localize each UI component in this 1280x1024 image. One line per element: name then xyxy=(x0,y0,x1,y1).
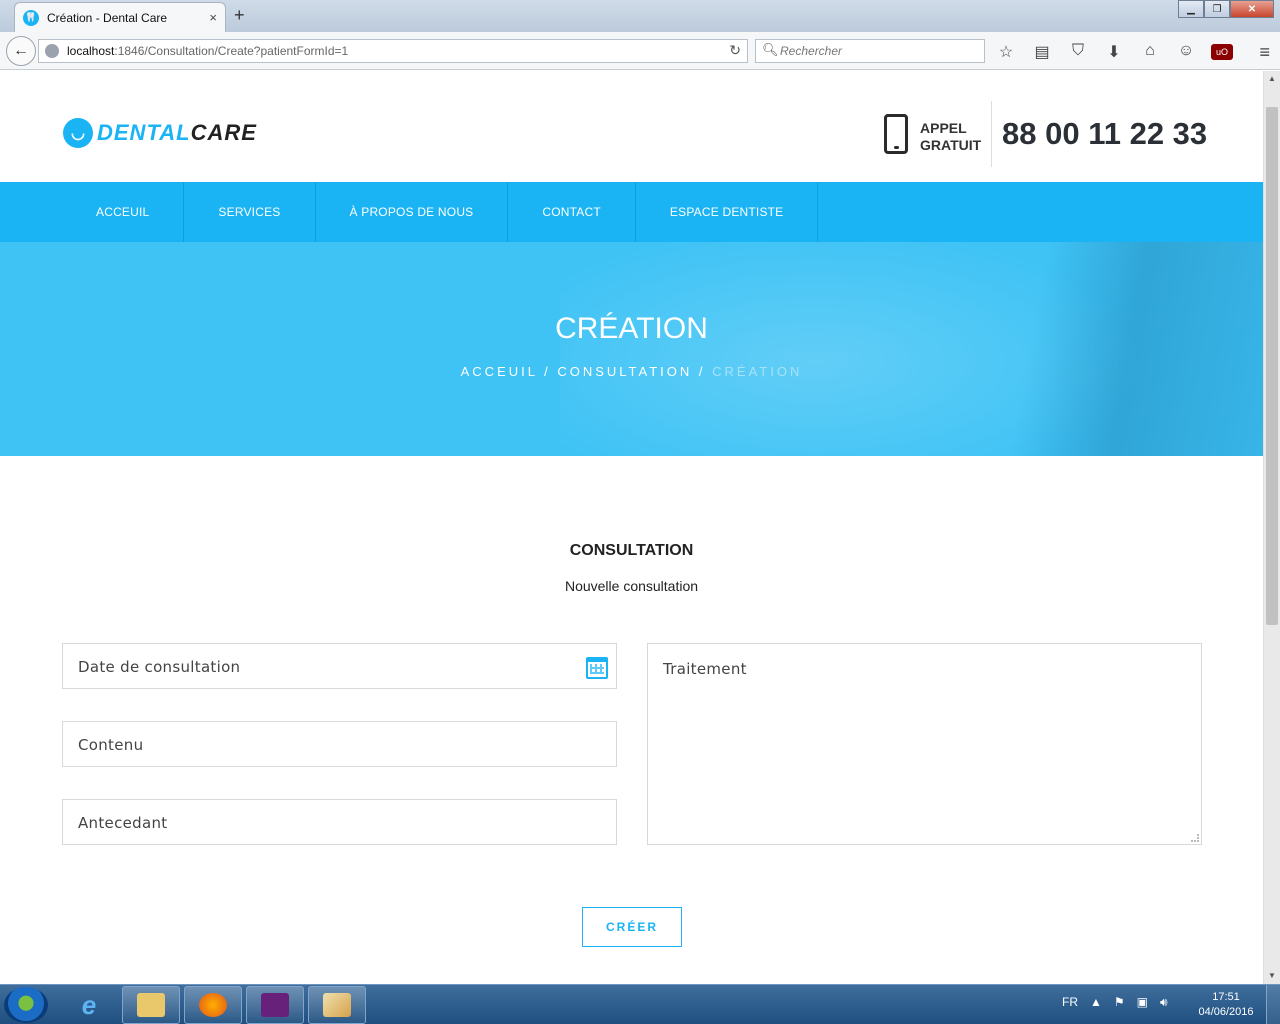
date-placeholder: Date de consultation xyxy=(78,658,241,676)
page-content: ◡ DENTAL CARE APPEL GRATUIT 88 00 11 22 3… xyxy=(0,84,1263,984)
firefox-icon[interactable] xyxy=(184,986,242,1024)
window-close-button[interactable]: ✕ xyxy=(1230,0,1274,18)
visual-studio-icon[interactable] xyxy=(246,986,304,1024)
reload-icon[interactable]: ↻ xyxy=(729,42,741,59)
clock-time: 17:51 xyxy=(1212,991,1240,1003)
header-divider xyxy=(991,101,992,167)
hamburger-menu-icon[interactable]: ≡ xyxy=(1259,42,1270,63)
breadcrumb-current: CRÉATION xyxy=(712,364,803,379)
new-tab-icon[interactable]: + xyxy=(234,5,245,26)
nav-item-about[interactable]: À PROPOS DE NOUS xyxy=(316,182,509,242)
breadcrumb: ACCEUIL / CONSULTATION / CRÉATION xyxy=(0,364,1263,379)
scroll-thumb[interactable] xyxy=(1266,107,1278,625)
scroll-up-icon[interactable]: ▲ xyxy=(1264,71,1280,87)
reading-list-icon[interactable]: ▤ xyxy=(1031,42,1053,62)
hero-background-shade xyxy=(980,242,1263,456)
browser-toolbar: ← localhost:1846/Consultation/Create?pat… xyxy=(0,32,1280,70)
url-path: :1846/Consultation/Create?patientFormId=… xyxy=(114,44,349,58)
date-consultation-field[interactable]: Date de consultation xyxy=(62,643,617,689)
logo-text-care: CARE xyxy=(190,120,257,145)
volume-icon[interactable]: 🔊︎ xyxy=(1160,995,1168,1010)
site-logo[interactable]: ◡ DENTAL CARE xyxy=(63,118,257,148)
file-explorer-icon[interactable] xyxy=(122,986,180,1024)
appel-line1: APPEL xyxy=(920,120,967,136)
nav-item-espace-dentiste[interactable]: ESPACE DENTISTE xyxy=(636,182,819,242)
section-title: CONSULTATION xyxy=(569,542,694,559)
paint-icon[interactable] xyxy=(308,986,366,1024)
nav-item-acceuil[interactable]: ACCEUIL xyxy=(62,182,185,242)
start-button[interactable] xyxy=(4,987,48,1023)
taskbar-clock[interactable]: 17:51 04/06/2016 xyxy=(1194,990,1258,1020)
phone-number: 88 00 11 22 33 xyxy=(1002,116,1208,151)
system-tray: FR ▲ ⚑ ▣ 🔊︎ xyxy=(1062,995,1168,1010)
site-header: ◡ DENTAL CARE APPEL GRATUIT 88 00 11 22 3… xyxy=(0,84,1263,182)
page-title: CRÉATION xyxy=(555,312,708,345)
traitement-textarea[interactable]: Traitement xyxy=(647,643,1202,845)
search-placeholder: Rechercher xyxy=(780,44,843,58)
search-input[interactable]: 🔍︎ Rechercher xyxy=(755,39,985,63)
language-indicator[interactable]: FR xyxy=(1062,995,1078,1010)
tooth-favicon-icon: 🦷 xyxy=(23,9,39,26)
download-icon[interactable]: ⬇ xyxy=(1103,42,1125,62)
internet-explorer-icon[interactable]: e xyxy=(60,986,118,1024)
clock-date: 04/06/2016 xyxy=(1198,1006,1254,1018)
free-call-label: APPEL GRATUIT xyxy=(920,120,981,154)
nav-item-contact[interactable]: CONTACT xyxy=(508,182,636,242)
url-bar[interactable]: localhost:1846/Consultation/Create?patie… xyxy=(38,39,748,63)
contenu-field[interactable]: Contenu xyxy=(62,721,617,767)
tab-close-icon[interactable]: × xyxy=(209,10,217,25)
tray-expand-icon[interactable]: ▲ xyxy=(1090,995,1102,1010)
resize-handle-icon[interactable] xyxy=(1191,834,1199,842)
network-icon[interactable]: ▣ xyxy=(1137,995,1148,1010)
browser-tab-bar: 🦷 Création - Dental Care × + ▁ ❐ ✕ xyxy=(0,0,1280,32)
calendar-icon[interactable] xyxy=(586,657,608,679)
minimize-button[interactable]: ▁ xyxy=(1178,0,1204,18)
search-icon: 🔍︎ xyxy=(762,42,779,57)
tab-title: Création - Dental Care xyxy=(47,10,168,25)
appel-line2: GRATUIT xyxy=(920,137,982,153)
logo-text-dental: DENTAL xyxy=(97,120,191,145)
contenu-placeholder: Contenu xyxy=(78,736,144,754)
breadcrumb-section[interactable]: CONSULTATION xyxy=(557,364,692,379)
windows-taskbar: e FR ▲ ⚑ ▣ 🔊︎ 17:51 04/06/2016 xyxy=(0,984,1280,1024)
home-icon[interactable]: ⌂ xyxy=(1139,42,1161,62)
section-subtitle: Nouvelle consultation xyxy=(564,578,699,594)
ublock-icon[interactable]: uO xyxy=(1211,44,1233,60)
url-host: localhost xyxy=(67,44,115,58)
back-arrow-icon[interactable]: ← xyxy=(6,36,36,66)
breadcrumb-home[interactable]: ACCEUIL xyxy=(461,364,538,379)
pocket-icon[interactable]: ⛉ xyxy=(1067,42,1089,62)
action-center-icon[interactable]: ⚑ xyxy=(1114,995,1125,1010)
smartphone-icon xyxy=(884,114,908,154)
breadcrumb-separator: / xyxy=(692,364,713,379)
create-button[interactable]: CRÉER xyxy=(582,907,682,947)
main-nav: ACCEUIL SERVICES À PROPOS DE NOUS CONTAC… xyxy=(0,182,1263,242)
restore-button[interactable]: ❐ xyxy=(1204,0,1230,18)
bookmark-star-icon[interactable]: ☆ xyxy=(995,42,1017,62)
tooth-logo-icon: ◡ xyxy=(63,118,93,148)
browser-tools: ☆ ▤ ⛉ ⬇ ⌂ ☺ uO xyxy=(995,42,1233,62)
window-controls: ▁ ❐ ✕ xyxy=(1178,0,1274,18)
scroll-down-icon[interactable]: ▼ xyxy=(1264,968,1280,984)
hero-banner: CRÉATION ACCEUIL / CONSULTATION / CRÉATI… xyxy=(0,242,1263,456)
traitement-placeholder: Traitement xyxy=(663,660,747,678)
chat-icon[interactable]: ☺ xyxy=(1175,42,1197,62)
globe-icon xyxy=(45,44,59,58)
page-scrollbar[interactable]: ▲ ▼ xyxy=(1263,71,1280,984)
show-desktop-button[interactable] xyxy=(1266,985,1280,1024)
nav-item-services[interactable]: SERVICES xyxy=(184,182,316,242)
antecedant-placeholder: Antecedant xyxy=(78,814,168,832)
antecedant-field[interactable]: Antecedant xyxy=(62,799,617,845)
browser-tab[interactable]: 🦷 Création - Dental Care × xyxy=(14,2,226,32)
breadcrumb-separator: / xyxy=(537,364,558,379)
